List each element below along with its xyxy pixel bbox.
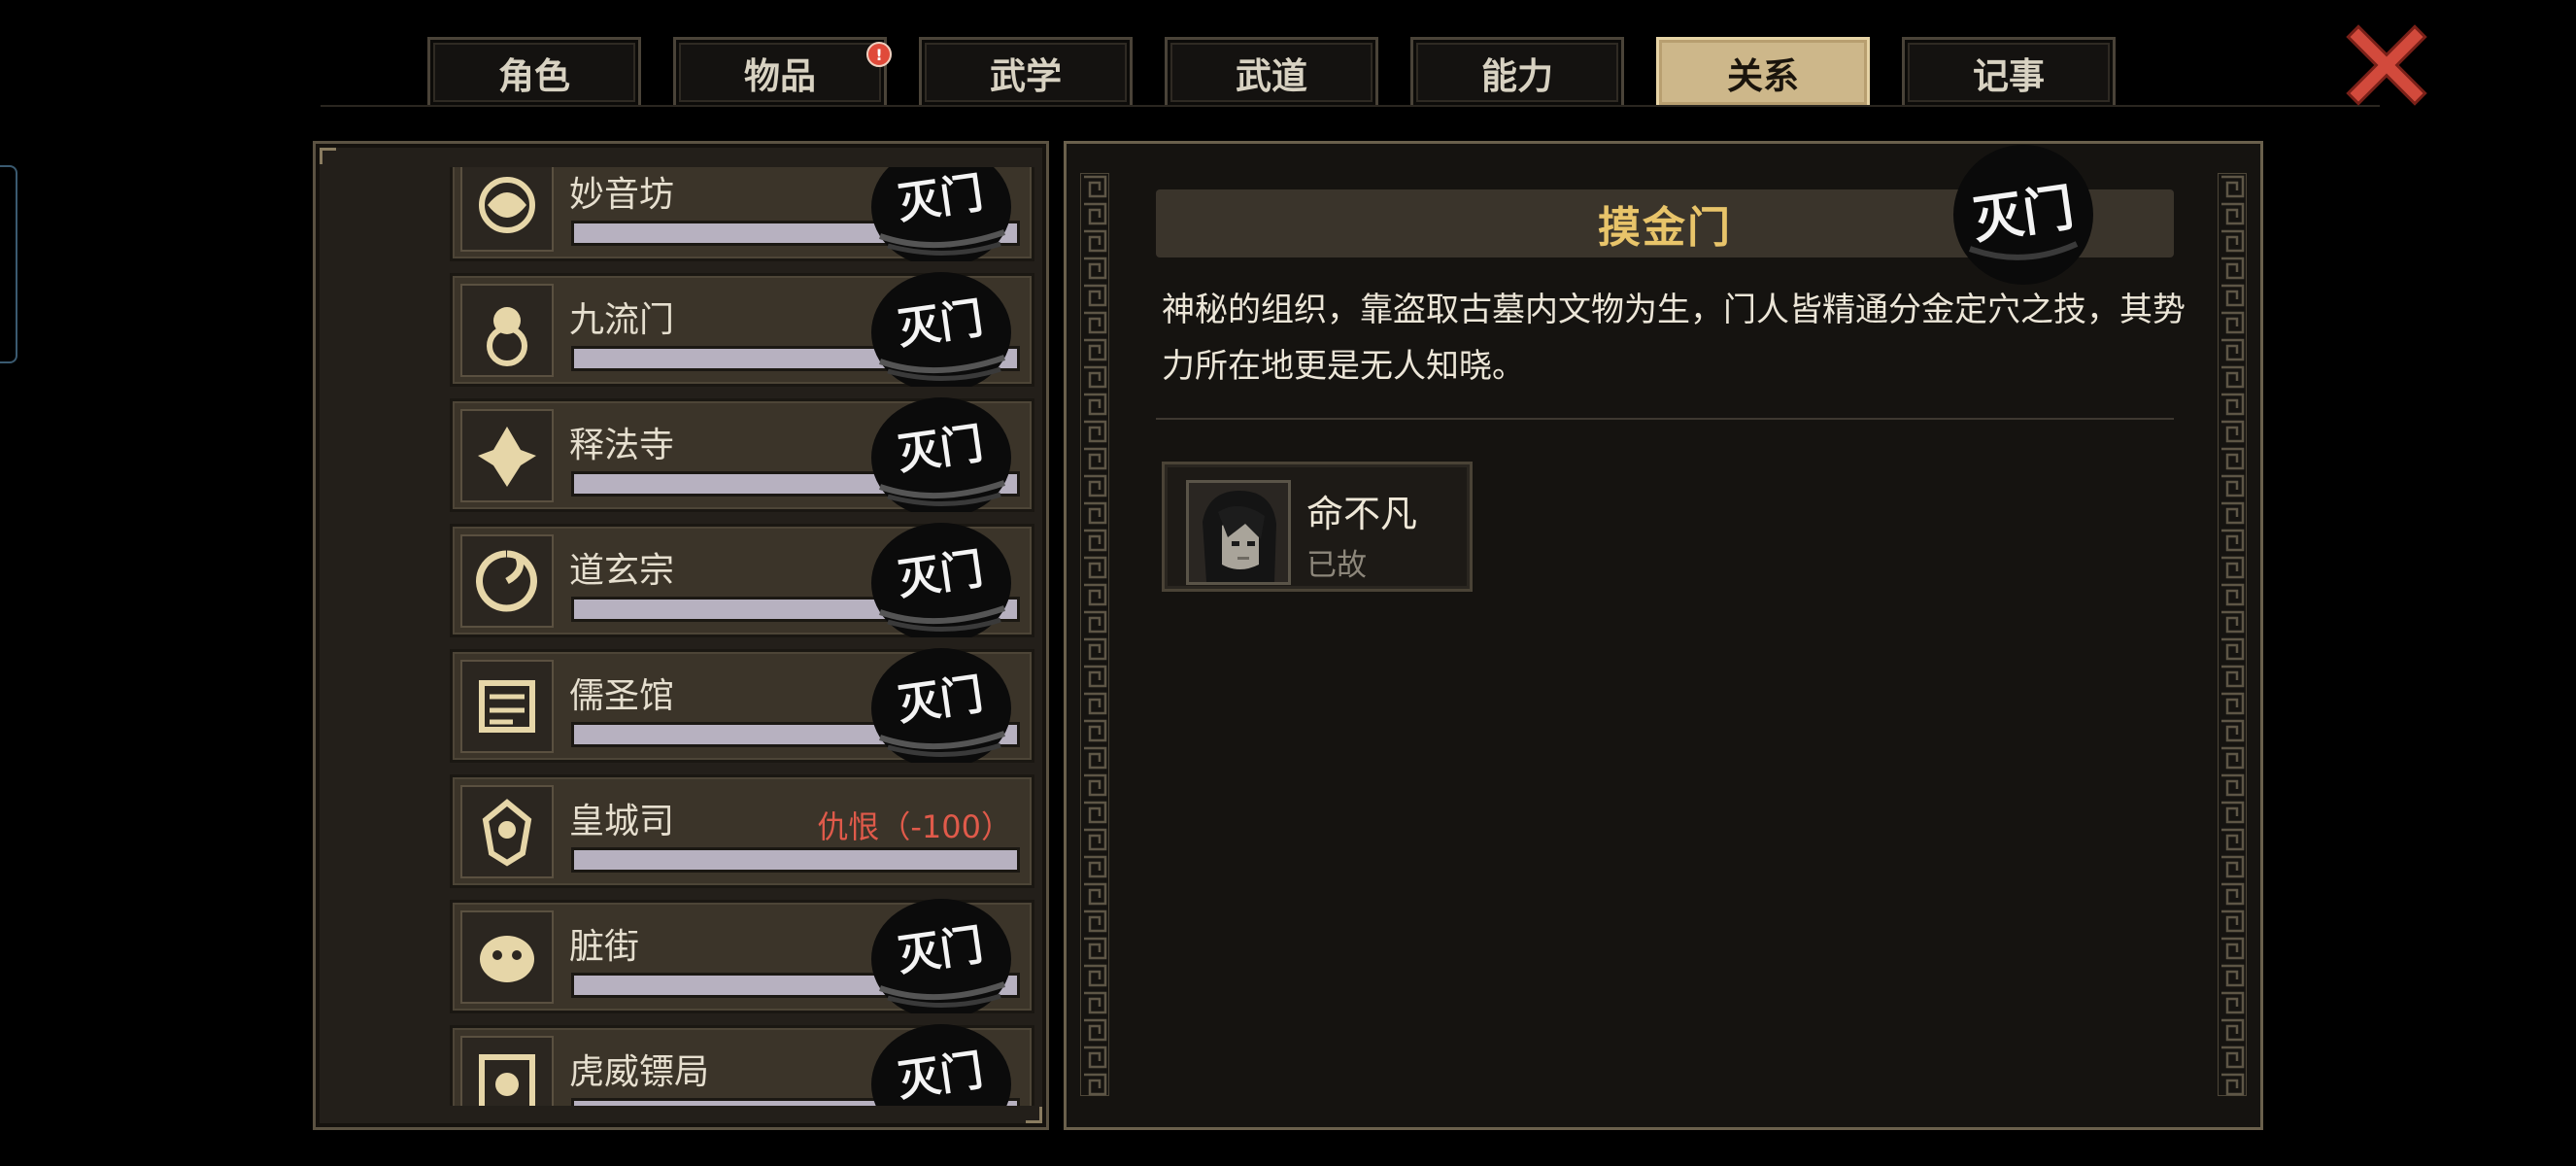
beast-face-emblem-icon [460, 910, 554, 1004]
faction-row[interactable]: 释法寺 灭门 [450, 397, 1034, 518]
tab-7[interactable]: 记事 [1902, 37, 2116, 105]
tab-bar-underline [321, 105, 2380, 107]
member-status: 已故 [1306, 548, 1367, 583]
tab-1[interactable]: 角色 [427, 37, 641, 105]
close-icon[interactable] [2343, 21, 2430, 109]
faction-row[interactable]: 虎威镖局 灭门 [450, 1024, 1034, 1106]
fret-border-left [1080, 173, 1109, 1096]
tab-6[interactable]: 关系 [1656, 37, 1870, 105]
destroyed-seal-icon: 灭门 [868, 648, 1014, 769]
faction-name: 释法寺 [569, 426, 675, 465]
faction-row[interactable]: 妙音坊 灭门 [450, 167, 1034, 267]
faction-detail-panel: 摸金门 灭门 神秘的组织，靠盗取古墓内文物为生，门人皆精通分金定穴之技，其势力所… [1064, 141, 2263, 1130]
tab-label: 关系 [1727, 54, 1799, 97]
faction-list-panel: 妙音坊 灭门 九流门 灭门 释法寺 灭门 道玄宗 灭门 儒圣馆 灭门 皇城司 仇恨（-100） 脏街 灭门… [313, 141, 1049, 1130]
tab-label: 武学 [990, 54, 1062, 97]
faction-list[interactable]: 妙音坊 灭门 九流门 灭门 释法寺 灭门 道玄宗 灭门 儒圣馆 灭门 皇城司 仇恨（-100） 脏街 灭门… [316, 167, 1046, 1106]
faction-row[interactable]: 皇城司 仇恨（-100） [450, 774, 1034, 888]
tab-label: 角色 [498, 54, 570, 97]
scroll-book-emblem-icon [460, 660, 554, 753]
faction-name: 虎威镖局 [569, 1052, 710, 1092]
faction-row[interactable]: 九流门 灭门 [450, 272, 1034, 393]
tab-label: 记事 [1973, 54, 2045, 97]
faction-name: 道玄宗 [569, 551, 675, 591]
member-card[interactable]: 命不凡 已故 [1162, 462, 1473, 592]
destroyed-seal-icon: 灭门 [868, 523, 1014, 643]
tab-3[interactable]: 武学 [919, 37, 1133, 105]
destroyed-seal-icon: 灭门 [868, 899, 1014, 1019]
tab-5[interactable]: 能力 [1410, 37, 1624, 105]
faction-name: 九流门 [569, 300, 675, 340]
relation-status: 仇恨（-100） [817, 808, 1012, 845]
tab-label: 物品 [744, 54, 816, 97]
tab-4[interactable]: 武道 [1165, 37, 1378, 105]
lotus-buddha-emblem-icon [460, 409, 554, 502]
imperial-guard-emblem-icon [460, 785, 554, 878]
destroyed-seal-icon: 灭门 [868, 167, 1014, 267]
member-name: 命不凡 [1306, 493, 1418, 535]
long-haired-swordsman-portrait-icon [1186, 480, 1291, 585]
tab-label: 能力 [1481, 54, 1553, 97]
faction-row[interactable]: 脏街 灭门 [450, 899, 1034, 1019]
faction-name: 皇城司 [569, 802, 675, 841]
divider [1156, 418, 2174, 420]
side-drawer-handle[interactable] [0, 165, 17, 363]
faction-name: 妙音坊 [569, 175, 675, 215]
faction-row[interactable]: 儒圣馆 灭门 [450, 648, 1034, 769]
faction-row[interactable]: 道玄宗 灭门 [450, 523, 1034, 643]
relation-bar [571, 847, 1020, 873]
tab-label: 武道 [1236, 54, 1307, 97]
tab-2[interactable]: 物品! [673, 37, 892, 105]
destroyed-seal-icon: 灭门 [1953, 145, 2093, 285]
destroyed-seal-icon: 灭门 [868, 397, 1014, 518]
fan-dancer-emblem-icon [460, 167, 554, 252]
fret-border-right [2218, 173, 2247, 1096]
destroyed-seal-icon: 灭门 [868, 272, 1014, 393]
gourd-knot-emblem-icon [460, 284, 554, 377]
alert-badge-icon: ! [866, 42, 892, 67]
faction-name: 脏街 [569, 927, 640, 967]
faction-title: 摸金门 [1598, 203, 1732, 253]
faction-description: 神秘的组织，靠盗取古墓内文物为生，门人皆精通分金定穴之技，其势力所在地更是无人知… [1162, 291, 2186, 386]
faction-name: 儒圣馆 [569, 676, 675, 716]
crane-swirl-emblem-icon [460, 534, 554, 628]
tab-bar: 角色 物品! 武学 武道 能力 关系 记事 [427, 31, 2137, 107]
destroyed-seal-icon: 灭门 [868, 1024, 1014, 1106]
tiger-banner-emblem-icon [460, 1036, 554, 1106]
